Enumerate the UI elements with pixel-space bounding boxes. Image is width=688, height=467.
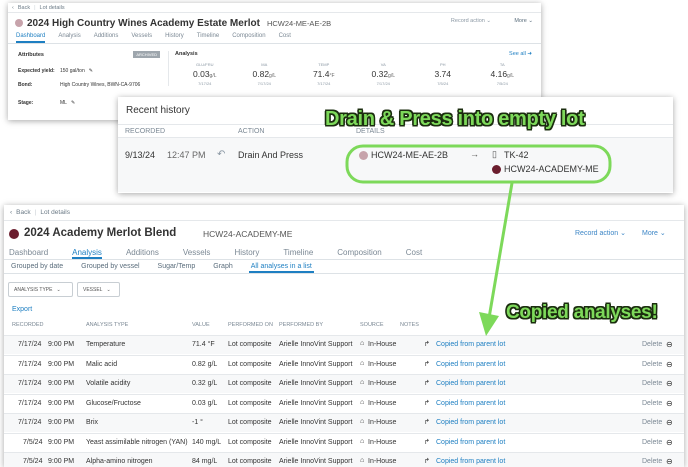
drain-press-callout: Drain & Press into empty lot: [325, 108, 585, 130]
annotation-arrow-head: [479, 312, 499, 336]
highlight-outline: [345, 144, 612, 184]
annotation-overlay: [345, 144, 612, 336]
copied-analyses-callout: Copied analyses!: [506, 302, 658, 323]
annotation-arrow-line: [487, 182, 514, 319]
